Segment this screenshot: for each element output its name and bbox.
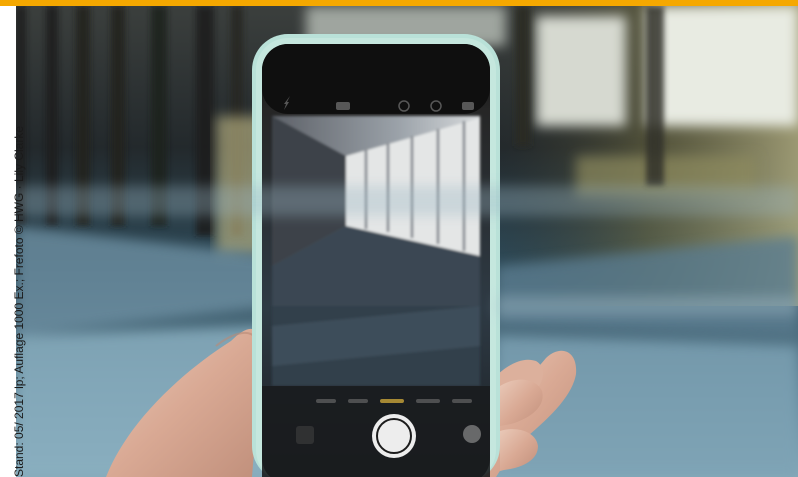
hdr-icon xyxy=(336,102,350,110)
viewfinder-scene xyxy=(272,116,480,386)
credit-strip: Stand: 05/ 2017 lp; Auflage 1000 Ex.; Fr… xyxy=(0,6,26,477)
image-credit: Stand: 05/ 2017 lp; Auflage 1000 Ex.; Fr… xyxy=(12,125,26,477)
flip-icon xyxy=(463,425,481,443)
photo-illustration xyxy=(16,6,798,477)
photo xyxy=(16,6,798,477)
thumbnail-icon xyxy=(296,426,314,444)
accent-bar xyxy=(0,0,798,6)
flip-camera-icon xyxy=(462,102,474,110)
image-frame: Stand: 05/ 2017 lp; Auflage 1000 Ex.; Fr… xyxy=(0,0,798,477)
phone xyxy=(252,34,500,477)
shutter-button-icon xyxy=(372,414,416,458)
